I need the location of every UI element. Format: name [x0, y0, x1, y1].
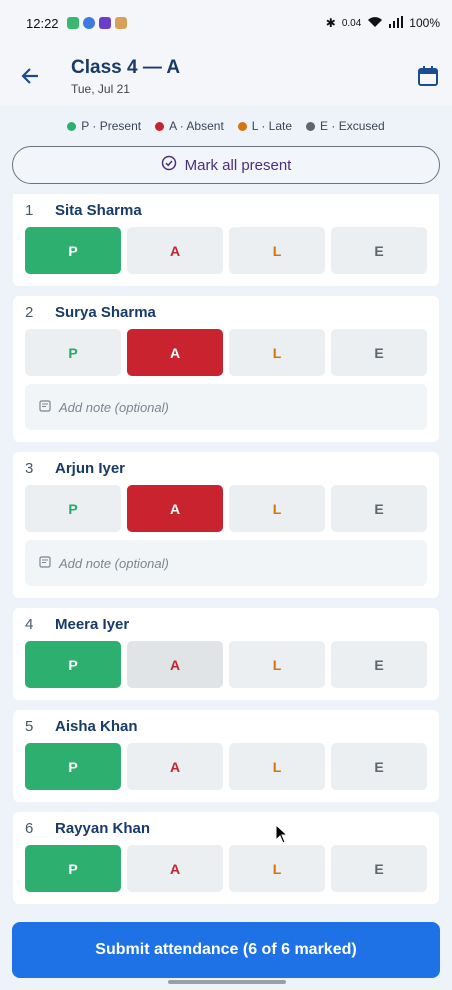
student-number: 3	[25, 460, 34, 477]
student-card: 2 Surya Sharma P A L E Add note (optional)	[13, 296, 439, 442]
status-button-p[interactable]: P	[25, 743, 121, 790]
status-button-a[interactable]: A	[127, 743, 223, 790]
student-list[interactable]: 1 Sita Sharma P A L E 2 Surya Sharma P A L E Add not…	[13, 194, 439, 912]
gesture-handle	[168, 980, 286, 984]
student-name: Arjun Iyer	[55, 460, 126, 477]
status-legend: P · Present A · Absent L · Late E · Excused	[0, 106, 452, 146]
legend-label: P · Present	[81, 119, 142, 133]
status-button-group: PALE	[25, 227, 427, 274]
status-button-a[interactable]: A	[127, 329, 223, 376]
app-notification-icon	[114, 17, 127, 29]
status-button-l[interactable]: L	[229, 743, 325, 790]
status-button-l[interactable]: L	[229, 227, 325, 274]
status-button-e[interactable]: E	[331, 329, 427, 376]
note-input[interactable]: Add note (optional)	[25, 384, 427, 430]
status-button-p[interactable]: P	[25, 641, 121, 688]
app-notification-icon	[98, 17, 111, 29]
student-card: 1 Sita Sharma P A L E	[13, 194, 439, 286]
status-button-p[interactable]: P	[25, 845, 121, 892]
submit-attendance-button[interactable]: Submit attendance (6 of 6 marked)	[12, 922, 440, 978]
note-input[interactable]: Add note (optional)	[25, 540, 427, 586]
student-card: 5 Aisha Khan P A L E	[13, 710, 439, 802]
mark-all-present-button[interactable]: Mark all present	[12, 146, 440, 184]
status-button-e[interactable]: E	[331, 485, 427, 532]
student-number: 5	[25, 718, 34, 735]
status-button-group: PALE	[25, 329, 427, 376]
bluetooth-icon: ✱	[325, 16, 336, 30]
status-button-group: PALE	[25, 743, 427, 790]
student-name-row: 3 Arjun Iyer	[25, 452, 427, 485]
legend-dot	[67, 122, 77, 132]
check-circle-icon	[161, 155, 177, 175]
status-button-e[interactable]: E	[331, 845, 427, 892]
student-name: Sita Sharma	[55, 202, 142, 219]
student-card: 6 Rayyan Khan P A L E	[13, 812, 439, 904]
student-name-row: 1 Sita Sharma	[25, 194, 427, 227]
status-button-group: PALE	[25, 641, 427, 688]
back-arrow-icon[interactable]	[18, 64, 42, 88]
student-card: 3 Arjun Iyer P A L E Add note (optional)	[13, 452, 439, 598]
student-name-row: 4 Meera Iyer	[25, 608, 427, 641]
wifi-icon	[367, 16, 383, 31]
legend-label: A · Absent	[169, 119, 224, 133]
note-placeholder: Add note (optional)	[59, 555, 169, 571]
student-number: 1	[25, 202, 34, 219]
status-button-l[interactable]: L	[229, 641, 325, 688]
mouse-cursor-icon	[275, 824, 289, 844]
status-button-l[interactable]: L	[229, 485, 325, 532]
legend-item: P · Present	[67, 119, 141, 133]
status-button-e[interactable]: E	[331, 743, 427, 790]
status-bar: 12:22 ✱ 0.04 100%	[0, 0, 452, 46]
app-header: Class 4 — A Tue, Jul 21	[0, 46, 452, 106]
status-button-a[interactable]: A	[127, 485, 223, 532]
status-button-group: PALE	[25, 485, 427, 532]
student-number: 4	[25, 616, 34, 633]
note-icon	[39, 555, 51, 571]
student-number: 2	[25, 304, 34, 321]
status-button-a[interactable]: A	[127, 227, 223, 274]
status-button-a[interactable]: A	[127, 845, 223, 892]
legend-item: L · Late	[237, 119, 293, 133]
status-button-p[interactable]: P	[25, 227, 121, 274]
student-name: Meera Iyer	[55, 616, 130, 633]
student-name-row: 5 Aisha Khan	[25, 710, 427, 743]
status-button-a[interactable]: A	[127, 641, 223, 688]
verified-icon	[82, 17, 95, 29]
page-title: Class 4 — A	[71, 56, 181, 78]
status-button-l[interactable]: L	[229, 329, 325, 376]
student-name: Aisha Khan	[55, 718, 138, 735]
legend-label: L · Late	[251, 119, 293, 133]
battery-level: 100%	[409, 16, 440, 30]
calendar-icon[interactable]	[416, 64, 440, 88]
legend-dot	[237, 122, 247, 132]
student-card: 4 Meera Iyer P A L E	[13, 608, 439, 700]
legend-item: E · Excused	[306, 119, 385, 133]
student-name-row: 6 Rayyan Khan	[25, 812, 427, 845]
legend-item: A · Absent	[155, 119, 224, 133]
network-speed: 0.04	[341, 17, 362, 29]
student-number: 6	[25, 820, 34, 837]
status-button-e[interactable]: E	[331, 227, 427, 274]
student-name: Rayyan Khan	[55, 820, 151, 837]
student-name: Surya Sharma	[55, 304, 156, 321]
signal-icon	[389, 15, 404, 31]
mark-all-label: Mark all present	[184, 156, 292, 174]
status-button-p[interactable]: P	[25, 485, 121, 532]
student-name-row: 2 Surya Sharma	[25, 296, 427, 329]
status-button-group: PALE	[25, 845, 427, 892]
legend-label: E · Excused	[320, 119, 385, 133]
page-date: Tue, Jul 21	[71, 81, 130, 96]
legend-dot	[306, 122, 316, 132]
status-button-e[interactable]: E	[331, 641, 427, 688]
status-button-l[interactable]: L	[229, 845, 325, 892]
status-time: 12:22	[26, 15, 59, 31]
legend-dot	[155, 122, 165, 132]
note-icon	[39, 399, 51, 415]
app-notification-icon	[66, 17, 79, 29]
note-placeholder: Add note (optional)	[59, 399, 169, 415]
status-button-p[interactable]: P	[25, 329, 121, 376]
